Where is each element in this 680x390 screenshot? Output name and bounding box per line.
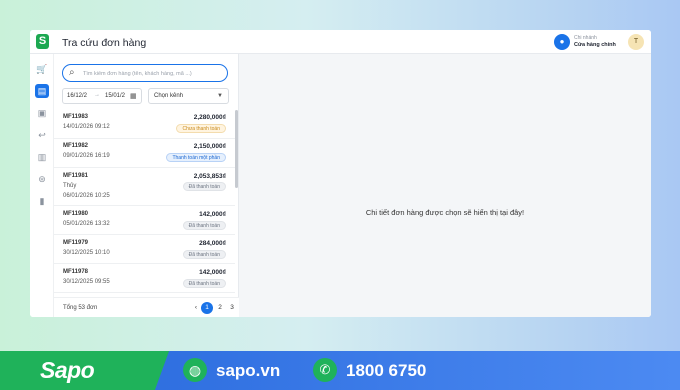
page-1-button[interactable]: 1: [201, 302, 213, 314]
branch-name[interactable]: Cửa hàng chính: [574, 42, 616, 48]
search-icon: ⌕: [69, 67, 75, 78]
order-date: 09/01/2026 16:19: [63, 153, 110, 159]
status-badge: Đã thanh toán: [182, 279, 226, 288]
sapo-logo[interactable]: Sapo: [40, 357, 95, 384]
order-code: MF11982: [63, 143, 89, 149]
user-avatar[interactable]: T: [628, 34, 644, 50]
order-date: 14/01/2026 09:12: [63, 124, 110, 130]
order-row[interactable]: MF11983 2,280,000₫ 14/01/2026 09:12 Chưa…: [54, 110, 235, 139]
order-total-count: Tổng 53 đơn: [63, 305, 98, 311]
detail-placeholder-text: Chi tiết đơn hàng được chọn sẽ hiển thị …: [365, 208, 525, 217]
cashflow-icon[interactable]: ⊛: [35, 172, 49, 186]
status-badge: Chưa thanh toán: [176, 124, 226, 133]
order-customer: Thủy: [63, 183, 77, 189]
order-amount: 142,000₫: [199, 211, 226, 218]
order-row[interactable]: MF11979 284,000₫ 30/12/2025 10:10 Đã tha…: [54, 235, 235, 264]
box-icon[interactable]: ▣: [35, 106, 49, 120]
status-badge: Đã thanh toán: [182, 221, 226, 230]
chevron-down-icon: ▼: [217, 93, 223, 99]
order-code: MF11980: [63, 211, 89, 217]
return-icon[interactable]: ↩: [35, 128, 49, 142]
date-from: 16/12/2: [67, 93, 88, 99]
orders-icon[interactable]: ▤: [35, 84, 49, 98]
status-badge: Đã thanh toán: [182, 182, 226, 191]
search-box[interactable]: ⌕: [62, 64, 228, 82]
report-chart-icon[interactable]: ▮: [35, 194, 49, 208]
top-bar: S Tra cứu đơn hàng ● Chi nhánh Cửa hàng …: [30, 30, 651, 54]
website-link[interactable]: sapo.vn: [216, 361, 280, 381]
order-amount: 2,053,853₫: [193, 173, 226, 180]
side-rail: 🛒 ▤ ▣ ↩ ▥ ⊛ ▮ ⚙: [30, 54, 54, 317]
status-badge: Thanh toán một phần: [166, 153, 226, 162]
status-badge: Đã thanh toán: [182, 250, 226, 259]
arrow-right-icon: →: [94, 92, 100, 98]
prev-page-button[interactable]: ‹: [193, 302, 199, 314]
hotline-number[interactable]: 1800 6750: [346, 361, 426, 381]
list-scrollbar[interactable]: [235, 110, 238, 188]
order-row[interactable]: MF11981 2,053,853₫ Thủy Đã thanh toán 06…: [54, 168, 235, 206]
calendar-icon[interactable]: ▦: [130, 92, 137, 100]
order-detail-pane: Chi tiết đơn hàng được chọn sẽ hiển thị …: [239, 54, 651, 317]
order-amount: 2,150,000₫: [193, 143, 226, 150]
channel-select-label: Chọn kênh: [154, 93, 184, 99]
order-code: MF11978: [63, 269, 89, 275]
page-2-button[interactable]: 2: [216, 302, 224, 314]
page-3-button[interactable]: 3: [228, 302, 236, 314]
order-code: MF11983: [63, 114, 89, 120]
branch-label: Chi nhánh: [574, 35, 597, 41]
date-range-picker[interactable]: 16/12/2 → 15/01/2 ▦: [62, 88, 142, 104]
date-to: 15/01/2: [105, 93, 126, 99]
app-window: S Tra cứu đơn hàng ● Chi nhánh Cửa hàng …: [30, 30, 651, 317]
order-row[interactable]: MF11982 2,150,000₫ 09/01/2026 16:19 Than…: [54, 139, 235, 168]
order-row[interactable]: MF11978 142,000₫ 30/12/2025 09:55 Đã tha…: [54, 264, 235, 293]
order-amount: 2,280,000₫: [193, 114, 226, 121]
document-icon[interactable]: ▥: [35, 150, 49, 164]
app-logo[interactable]: S: [36, 34, 49, 49]
order-date: 06/01/2026 10:25: [63, 193, 110, 199]
order-date: 30/12/2025 09:55: [63, 279, 110, 285]
phone-icon: ✆: [313, 358, 337, 382]
order-list-panel: ⌕ 16/12/2 → 15/01/2 ▦ Chọn kênh ▼ MF1198…: [54, 54, 245, 317]
order-list: MF11983 2,280,000₫ 14/01/2026 09:12 Chưa…: [54, 110, 239, 317]
search-input[interactable]: [83, 68, 223, 79]
list-footer: Tổng 53 đơn ‹ 1 2 3 ›: [54, 297, 245, 317]
order-date: 30/12/2025 10:10: [63, 250, 110, 256]
order-amount: 142,000₫: [199, 269, 226, 276]
location-pin-icon[interactable]: ●: [554, 34, 570, 50]
globe-icon: ◍: [183, 358, 207, 382]
order-row[interactable]: MF11980 142,000₫ 05/01/2026 13:32 Đã tha…: [54, 206, 235, 235]
page-title: Tra cứu đơn hàng: [62, 37, 147, 49]
order-amount: 284,000₫: [199, 240, 226, 247]
order-code: MF11981: [63, 173, 89, 179]
order-date: 05/01/2026 13:32: [63, 221, 110, 227]
order-code: MF11979: [63, 240, 89, 246]
channel-select[interactable]: Chọn kênh ▼: [148, 88, 229, 104]
cart-icon[interactable]: 🛒: [35, 62, 49, 76]
